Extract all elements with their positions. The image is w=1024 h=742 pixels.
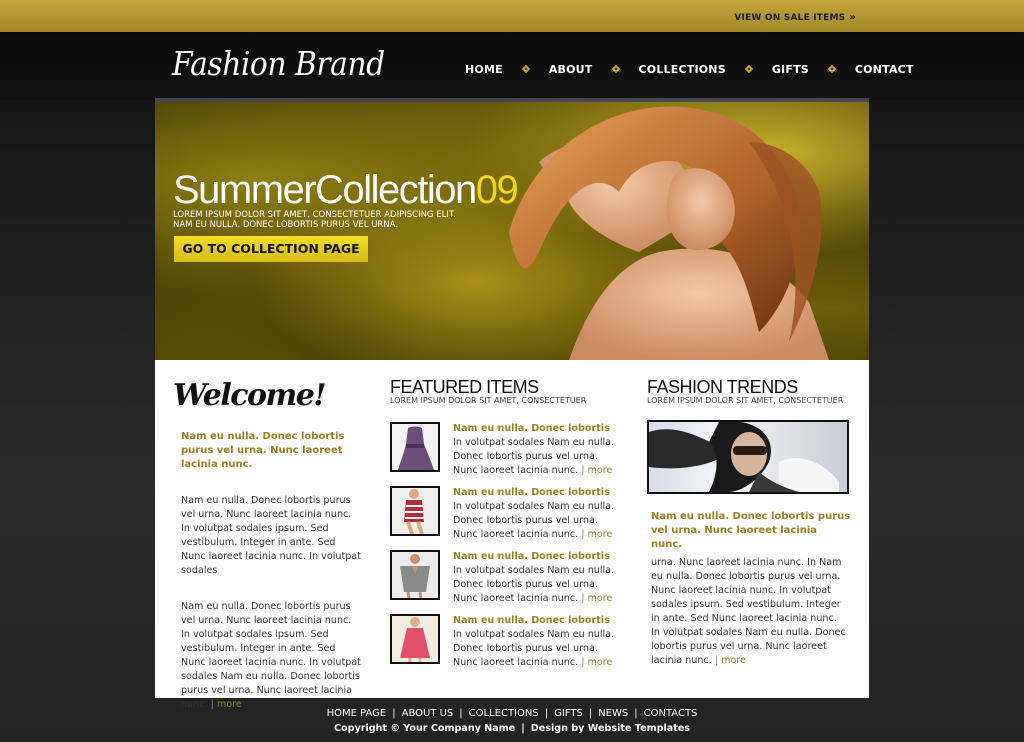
nav-separator-icon [611, 64, 620, 74]
footer-pipe: | [588, 708, 593, 719]
welcome-column: Nam eu nulla. Donec lobortis purus vel u… [181, 430, 363, 712]
hero-title-year: 09 [475, 168, 519, 212]
featured-item-body: In volutpat sodales Nam eu nulla. Donec … [453, 628, 618, 670]
hero-title-main: SummerCollection [173, 168, 477, 212]
welcome-paragraph-1: Nam eu nulla. Donec lobortis purus vel u… [181, 495, 361, 576]
design-by-text: Design by [530, 723, 585, 734]
featured-item-title[interactable]: Nam eu nulla. Donec lobortis [453, 614, 618, 628]
double-chevron-right-icon: » [849, 12, 856, 23]
trends-lead: Nam eu nulla. Donec lobortis purus vel u… [651, 511, 851, 550]
nav-collections[interactable]: COLLECTIONS [639, 63, 726, 76]
main-content: Welcome! Nam eu nulla. Donec lobortis pu… [155, 360, 869, 710]
featured-item-title[interactable]: Nam eu nulla. Donec lobortis [453, 550, 618, 564]
footer-pipe: | [634, 708, 638, 719]
footer-pipe: | [544, 708, 549, 719]
footer-pipe: | [459, 708, 463, 719]
nav-separator-icon [521, 64, 531, 74]
trends-body: urna. Nunc laoreet lacinia nunc. In Nam … [651, 556, 847, 668]
featured-item-text: Nam eu nulla. Donec lobortis In volutpat… [453, 614, 618, 670]
divider-bar: | [581, 529, 585, 540]
website-templates-link[interactable]: Website Templates [588, 723, 690, 734]
footer-pipe: | [392, 708, 396, 719]
trends-image[interactable] [647, 420, 849, 494]
copyright: Copyright © Your Company Name | Design by … [0, 723, 1024, 734]
featured-item-thumbnail[interactable] [390, 486, 440, 536]
footer-link-contacts[interactable]: CONTACTS [644, 708, 698, 719]
featured-item-text: Nam eu nulla. Donec lobortis In volutpat… [453, 422, 618, 478]
featured-item-more-link[interactable]: more [588, 593, 613, 604]
hero-description: LOREM IPSUM DOLOR SIT AMET, CONSECTETUER… [173, 210, 456, 230]
nav-contact[interactable]: CONTACT [855, 63, 914, 76]
site-logo[interactable]: Fashion Brand [172, 44, 385, 83]
featured-item-thumbnail[interactable] [390, 550, 440, 600]
top-bar: VIEW ON SALE ITEMS» [0, 0, 1024, 32]
footer: HOME PAGE | ABOUT US | COLLECTIONS | GIFTS | NEW… [0, 708, 1024, 734]
hero-title: SummerCollection09 [173, 168, 519, 213]
nav-home[interactable]: HOME [465, 63, 503, 76]
trends-title: FASHION TRENDS [647, 377, 798, 397]
trends-body-text: urna. Nunc laoreet lacinia nunc. In Nam … [651, 557, 846, 666]
welcome-lead: Nam eu nulla. Donec lobortis purus vel u… [181, 431, 345, 470]
featured-item-body: In volutpat sodales Nam eu nulla. Donec … [453, 500, 618, 542]
hero-banner: SummerCollection09 LOREM IPSUM DOLOR SIT… [155, 102, 869, 360]
copyright-text: Copyright © Your Company Name [333, 723, 516, 734]
fashion-trends-column: FASHION TRENDS LOREM IPSUM DOLOR SIT AME… [647, 377, 852, 666]
divider-bar: | [581, 593, 585, 604]
footer-link-collections[interactable]: COLLECTIONS [469, 708, 539, 719]
welcome-paragraph-2: Nam eu nulla. Donec lobortis purus vel u… [181, 600, 363, 712]
sale-link-label: VIEW ON SALE ITEMS [734, 13, 846, 23]
featured-item-title[interactable]: Nam eu nulla. Donec lobortis [453, 422, 618, 436]
footer-link-gifts[interactable]: GIFTS [554, 708, 583, 719]
main-nav: HOME ABOUT COLLECTIONS GIFTS CONTACT [465, 62, 914, 76]
featured-item-more-link[interactable]: more [588, 465, 613, 476]
welcome-heading: Welcome! [173, 378, 327, 413]
welcome-paragraph-2-text: Nam eu nulla. Donec lobortis purus vel u… [181, 601, 361, 710]
divider-bar: | [581, 465, 585, 476]
footer-link-home[interactable]: HOME PAGE [327, 708, 387, 719]
divider-bar: | [714, 655, 719, 666]
featured-item-body: In volutpat sodales Nam eu nulla. Donec … [453, 436, 618, 478]
featured-item-body: In volutpat sodales Nam eu nulla. Donec … [453, 564, 618, 606]
hero-model-image [509, 106, 829, 360]
featured-subtitle: LOREM IPSUM DOLOR SIT AMET, CONSECTETUER [390, 396, 587, 405]
divider-bar: | [581, 657, 585, 668]
footer-pipe: | [521, 723, 525, 734]
trends-more-link[interactable]: more [721, 655, 746, 666]
featured-item-more-link[interactable]: more [588, 529, 613, 540]
featured-items-column: FEATURED ITEMS LOREM IPSUM DOLOR SIT AME… [390, 377, 625, 668]
view-on-sale-link[interactable]: VIEW ON SALE ITEMS» [734, 12, 856, 23]
featured-item-thumbnail[interactable] [390, 422, 440, 472]
go-to-collection-button[interactable]: GO TO COLLECTION PAGE [174, 236, 368, 262]
trends-subtitle: LOREM IPSUM DOLOR SIT AMET, CONSECTETUER [647, 396, 844, 405]
featured-item-text: Nam eu nulla. Donec lobortis In volutpat… [453, 550, 618, 606]
nav-about[interactable]: ABOUT [549, 63, 593, 76]
footer-link-about[interactable]: ABOUT US [402, 708, 454, 719]
featured-title: FEATURED ITEMS [390, 377, 539, 397]
nav-separator-icon [827, 64, 837, 74]
featured-item-thumbnail[interactable] [390, 614, 440, 664]
footer-links: HOME PAGE | ABOUT US | COLLECTIONS | GIFTS | NEW… [0, 708, 1024, 719]
featured-item-title[interactable]: Nam eu nulla. Donec lobortis [453, 486, 618, 500]
nav-separator-icon [744, 64, 754, 74]
featured-item-text: Nam eu nulla. Donec lobortis In volutpat… [453, 486, 618, 542]
featured-item-more-link[interactable]: more [588, 657, 613, 668]
footer-link-news[interactable]: NEWS [598, 708, 628, 719]
nav-gifts[interactable]: GIFTS [772, 63, 809, 76]
